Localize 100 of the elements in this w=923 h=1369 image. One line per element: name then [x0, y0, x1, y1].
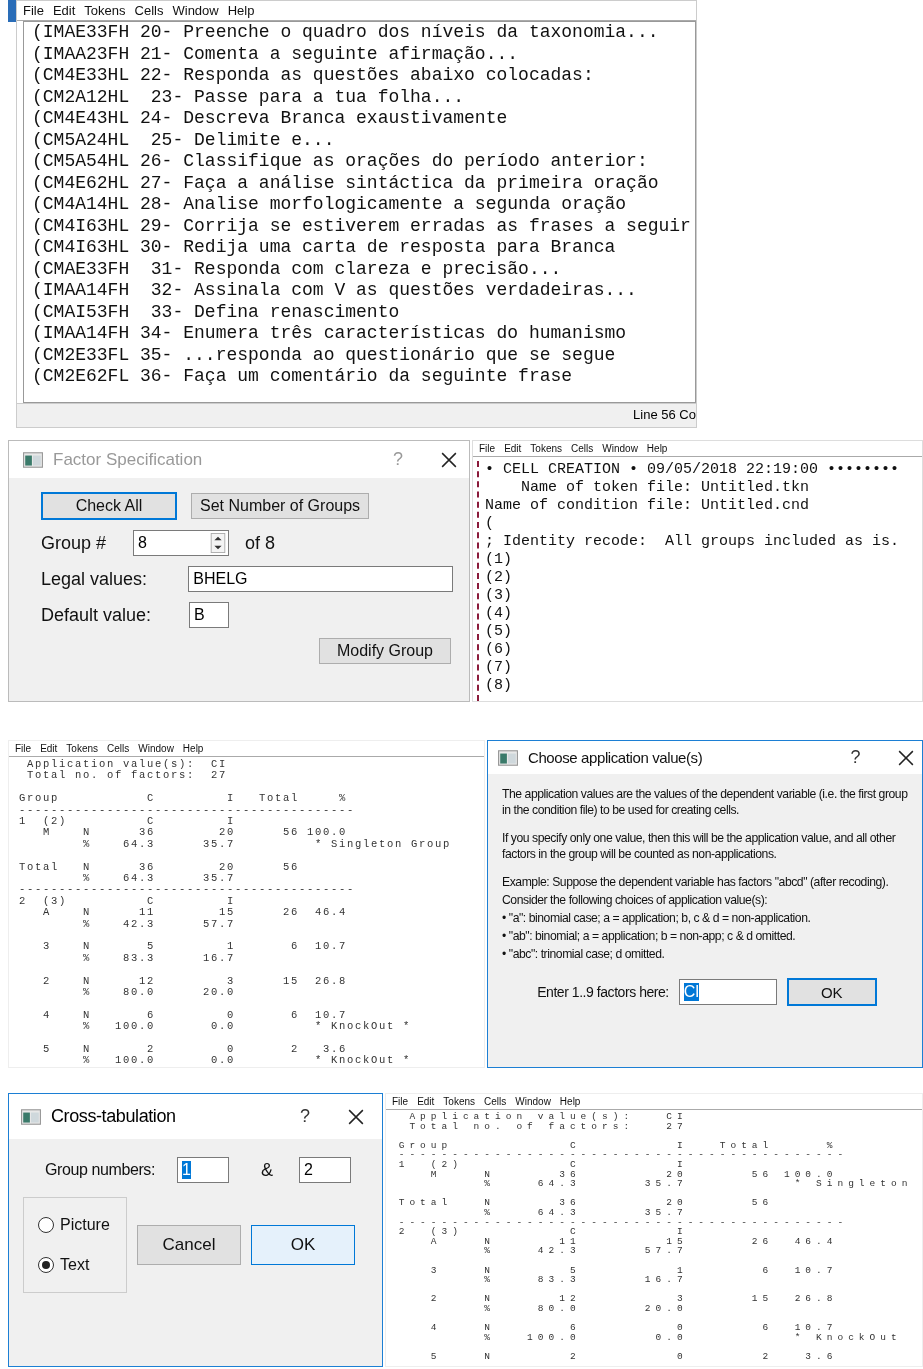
menu-item[interactable]: File — [479, 443, 496, 454]
window-icon — [23, 451, 43, 468]
menu-item[interactable]: File — [23, 3, 44, 18]
cell-line: • CELL CREATION • 09/05/2018 22:19:00 •••••••• — [485, 461, 901, 479]
output-line: Group C I Total % — [397, 1140, 839, 1151]
menu-item[interactable]: Tokens — [443, 1096, 476, 1107]
radio-button[interactable] — [38, 1217, 54, 1233]
help-text: • "a": binomial case; a = application; b, c & d = non-application. — [502, 910, 812, 926]
text-field[interactable]: 2 — [299, 1157, 351, 1183]
output-line: 5 N 2 0 2 3.6 — [42, 1044, 348, 1056]
menu-item[interactable]: Edit — [504, 443, 522, 454]
menu-item[interactable]: File — [15, 743, 32, 754]
menu-item[interactable]: Cells — [484, 1096, 507, 1107]
joiner-text: & — [261, 1159, 273, 1181]
menu-item[interactable]: Tokens — [66, 743, 99, 754]
text-field[interactable]: BHELG — [188, 566, 453, 592]
output-line: 3 N 5 1 6 10.7 — [42, 941, 349, 953]
menu-item[interactable]: Window — [138, 743, 174, 754]
dialog-button[interactable]: OK — [786, 978, 877, 1006]
token-line: (CM2E62FL 36- Faça um comentário da seguinte frase — [32, 366, 574, 388]
menu-item[interactable]: Cells — [571, 443, 594, 454]
token-line: (IMAA14FH 32- Assinala com V as questões verdadeiras... — [32, 280, 638, 302]
help-button[interactable]: ? — [300, 1106, 310, 1127]
token-line: (CM4E43HL 24- Descreva Branca exaustivamente — [32, 108, 509, 130]
output-line: 2 (3) C I — [397, 1227, 689, 1237]
output-line: % 80.0 20.0 — [82, 987, 237, 999]
text-field[interactable]: B — [189, 602, 229, 628]
output-line: % 64.3 35.7 — [483, 1207, 689, 1218]
token-line: (CM2A12HL 23- Passe para a tua folha... — [32, 86, 466, 108]
cell-line: Name of token file: Untitled.tkn — [520, 479, 811, 497]
dialog-button[interactable]: OK — [251, 1225, 355, 1265]
menu-item[interactable]: Edit — [417, 1096, 435, 1107]
spin-field[interactable]: 8 — [133, 530, 229, 556]
menu-item[interactable]: Window — [602, 443, 638, 454]
cell-line: (4) — [485, 605, 513, 623]
window-icon — [21, 1108, 41, 1125]
output-line: % 83.3 16.7 — [483, 1275, 689, 1285]
menu-item[interactable]: Tokens — [530, 443, 563, 454]
output-line: M N 36 20 56 100.0 — [429, 1169, 838, 1180]
output-line: Total no. of factors: 27 — [26, 770, 229, 782]
close-icon[interactable] — [348, 1108, 364, 1125]
help-button[interactable]: ? — [850, 747, 860, 768]
dialog-title: Cross-tabulation — [51, 1106, 177, 1127]
menu-item[interactable]: Help — [182, 743, 204, 754]
menu-item[interactable]: Edit — [52, 3, 76, 18]
text-field[interactable]: CI — [678, 979, 777, 1005]
field-label: of 8 — [245, 532, 276, 554]
token-line: (IMAE33FH 20- Preenche o quadro dos níveis da taxonomia... — [32, 22, 660, 44]
menu-item[interactable]: Tokens — [84, 3, 126, 18]
output-line: 3 N 5 1 6 10.7 — [429, 1265, 839, 1276]
close-icon[interactable] — [441, 451, 457, 468]
dialog-button[interactable]: Set Number of Groups — [191, 493, 370, 519]
output-line: 4 N 6 0 6 10.7 — [429, 1323, 838, 1333]
output-line: ------------------------------------------ — [18, 804, 357, 816]
help-text: • "abc": trinomial case; d omitted. — [502, 946, 666, 962]
dialog-button[interactable]: Check All — [41, 492, 177, 520]
menu-item[interactable]: Cells — [134, 3, 164, 18]
output-line: 4 N 6 0 6 10.7 — [42, 1009, 349, 1021]
token-line: (CMAE33FH 31- Responda com clareza e precisão... — [32, 258, 563, 280]
cell-line: (8) — [485, 677, 513, 695]
spin-arrows-icon[interactable] — [210, 533, 226, 553]
cell-line: (3) — [485, 587, 513, 605]
output-line: % 42.3 57.7 — [82, 918, 237, 931]
menu-item[interactable]: Edit — [40, 743, 58, 754]
cell-line: ; Identity recode: All groups included as is. — [485, 533, 901, 551]
cell-line: (5) — [485, 623, 513, 641]
output-line: % 100.0 0.0 * KnockOut — [483, 1332, 903, 1343]
menu-item[interactable]: Window — [172, 3, 219, 18]
dialog-button[interactable]: Modify Group — [319, 638, 451, 664]
menu-item[interactable]: Help — [227, 3, 255, 18]
help-text: • "ab": binomial; a = application; b = non-app; c & d omitted. — [502, 928, 797, 944]
text-field[interactable]: 1 — [177, 1157, 229, 1183]
output-line: Total N 36 20 56 — [397, 1198, 775, 1208]
token-line: (CM4E62HL 27- Faça a análise sintáctica da primeira oração — [32, 172, 660, 194]
help-text: Consider the following choices of application value(s): — [502, 892, 769, 908]
radio-label[interactable]: Picture — [60, 1216, 110, 1234]
menu-item[interactable]: Help — [646, 443, 668, 454]
output-line: 1 (2) C I — [397, 1159, 689, 1170]
radio-label[interactable]: Text — [60, 1256, 90, 1274]
field-label: Default value: — [41, 604, 153, 626]
token-line: (CMAI53FH 33- Defina renascimento — [32, 301, 401, 323]
menu-item[interactable]: File — [392, 1096, 409, 1107]
token-line: (CM2E33FL 35- ...responda ao questionário que se segue — [32, 344, 617, 366]
cell-line: ( — [485, 515, 495, 533]
output-line: % 83.3 16.7 — [82, 952, 237, 965]
token-line: (IMAA14FH 34- Enumera três características do humanismo — [32, 323, 628, 345]
token-line: (CM5A24HL 25- Delimite e... — [32, 129, 336, 151]
output-line: M N 36 20 56 100.0 — [42, 827, 349, 839]
menu-item[interactable]: Window — [515, 1096, 551, 1107]
menu-item[interactable]: Cells — [107, 743, 130, 754]
cell-line: (7) — [485, 659, 513, 677]
token-line: (CM4E33HL 22- Responda as questões abaixo colocadas: — [32, 65, 595, 87]
cell-line: (1) — [485, 551, 513, 569]
close-icon[interactable] — [898, 749, 914, 766]
radio-button[interactable] — [38, 1257, 54, 1273]
output-line: % 80.0 20.0 — [483, 1303, 689, 1314]
menu-item[interactable]: Help — [559, 1096, 581, 1107]
output-line: Group C I Total % — [18, 793, 349, 805]
output-line: ------------------------------------------ — [397, 1217, 850, 1228]
dialog-button[interactable]: Cancel — [137, 1225, 241, 1265]
